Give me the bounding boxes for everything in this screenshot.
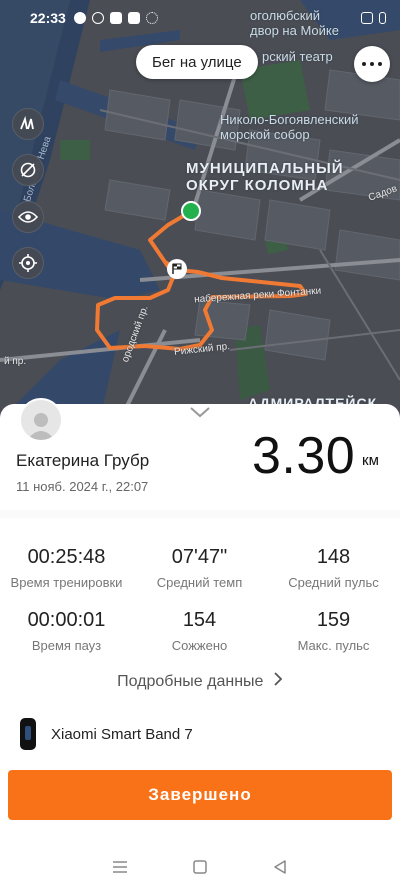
- satellite-toggle-button[interactable]: [12, 108, 44, 140]
- map-label-cathedral: Николо-Богоявленский морской собор: [220, 112, 359, 142]
- stat-avg-pace: 07'47" Средний темп: [133, 546, 266, 590]
- distance-unit: км: [362, 452, 379, 469]
- finish-button[interactable]: Завершено: [8, 770, 392, 820]
- locate-icon: [19, 254, 37, 272]
- stat-calories: 154 Сожжено: [133, 609, 266, 653]
- stat-value: 00:00:01: [27, 609, 106, 631]
- device-row: Xiaomi Smart Band 7: [0, 716, 400, 752]
- stat-label: Средний пульс: [288, 575, 379, 590]
- back-nav-button[interactable]: [269, 856, 291, 878]
- map-label-left-avenue: й пр.: [4, 356, 27, 367]
- stat-label: Макс. пульс: [297, 638, 370, 653]
- yandex-icon: [91, 12, 104, 24]
- activity-type-label: Бег на улице: [136, 45, 258, 79]
- map-label-theatre: рский театр: [262, 49, 333, 64]
- square-home-icon: [193, 860, 207, 874]
- route-map[interactable]: оголюбский двор на Мойке рский театр Ник…: [0, 0, 400, 420]
- nfc-icon: [361, 12, 373, 24]
- status-bar: 22:33: [0, 0, 400, 36]
- stat-label: Время пауз: [31, 638, 102, 653]
- stat-label: Время тренировки: [10, 575, 123, 590]
- menu-nav-button[interactable]: [109, 856, 131, 878]
- stat-value: 159: [316, 609, 351, 631]
- stat-label: Средний темп: [156, 575, 243, 590]
- locate-me-button[interactable]: [12, 247, 44, 279]
- stat-max-heart-rate: 159 Макс. пульс: [267, 609, 400, 653]
- map-label-district: МУНИЦИПАЛЬНЫЙ ОКРУГ КОЛОМНА: [186, 160, 344, 194]
- map-off-icon: [20, 162, 36, 178]
- chevron-right-icon: [274, 672, 283, 691]
- distance-value: 3.30: [252, 427, 356, 485]
- stat-workout-time: 00:25:48 Время тренировки: [0, 546, 133, 590]
- vibrate-icon: [379, 12, 386, 24]
- collapse-chevron-icon[interactable]: [189, 406, 211, 418]
- stat-value: 154: [182, 609, 217, 631]
- more-icon: [362, 62, 366, 66]
- map-layer-icon: [20, 115, 34, 130]
- finish-flag-icon: [172, 263, 182, 274]
- stat-value: 148: [316, 546, 351, 568]
- detailed-data-link[interactable]: Подробные данные: [0, 672, 400, 691]
- back-triangle-icon: [274, 860, 286, 874]
- youtube-icon: [109, 12, 122, 24]
- user-name: Екатерина Грубр: [16, 451, 150, 470]
- visibility-button[interactable]: [12, 201, 44, 233]
- message-icon: [73, 12, 86, 24]
- more-options-button[interactable]: [354, 46, 390, 82]
- status-time: 22:33: [30, 10, 66, 26]
- detailed-data-label: Подробные данные: [117, 673, 264, 690]
- route-start-marker: [181, 201, 201, 221]
- stat-value: 07'47": [171, 546, 228, 568]
- user-icon: [27, 413, 55, 440]
- avatar[interactable]: [19, 398, 63, 442]
- stat-value: 00:25:48: [27, 546, 106, 568]
- shield-icon: [127, 12, 140, 24]
- device-name: Xiaomi Smart Band 7: [51, 726, 193, 743]
- stat-pause-time: 00:00:01 Время пауз: [0, 609, 133, 653]
- divider: [0, 510, 400, 518]
- hide-map-button[interactable]: [12, 154, 44, 186]
- stat-avg-heart-rate: 148 Средний пульс: [267, 546, 400, 590]
- route-finish-marker: [167, 259, 187, 279]
- menu-icon: [113, 861, 127, 873]
- eye-icon: [18, 211, 38, 223]
- home-nav-button[interactable]: [189, 856, 211, 878]
- stat-label: Сожжено: [171, 638, 228, 653]
- workout-date: 11 нояб. 2024 г., 22:07: [16, 479, 149, 494]
- app-grid-icon: [145, 12, 158, 24]
- system-nav-bar: [0, 845, 400, 889]
- smart-band-icon: [20, 718, 36, 750]
